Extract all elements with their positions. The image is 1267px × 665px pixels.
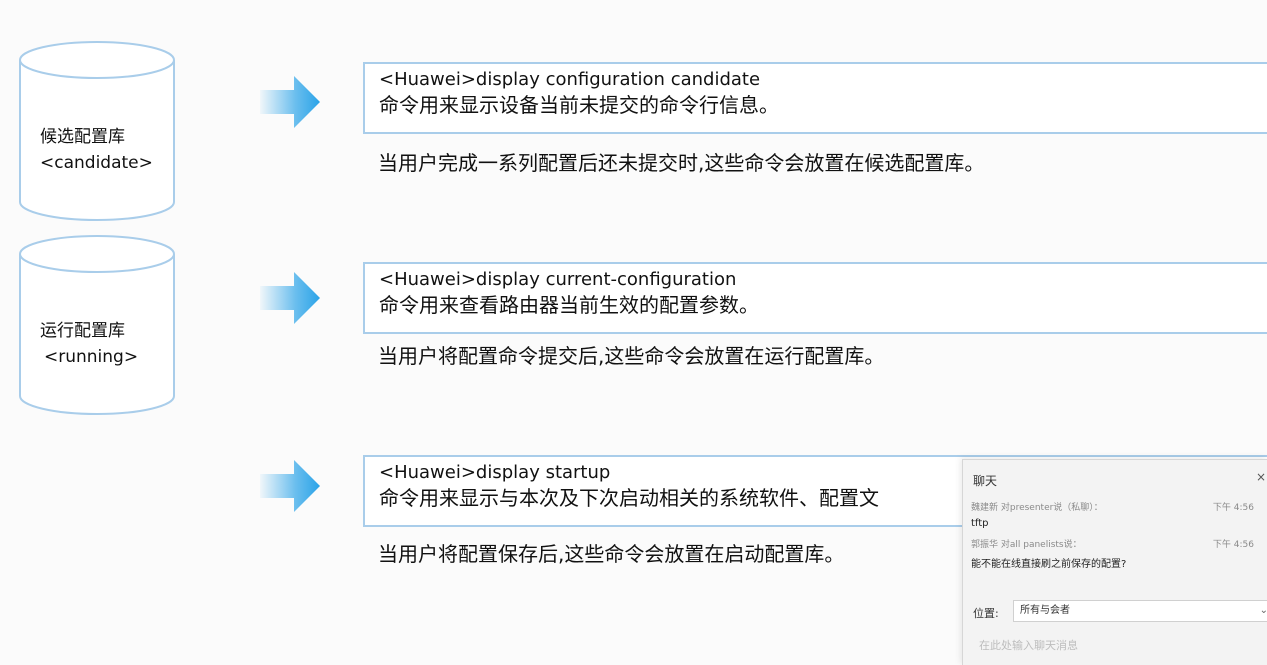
database-tag: <candidate> — [40, 153, 153, 173]
chevron-down-icon: ⌄ — [1260, 601, 1267, 621]
candidate-database: 候选配置库 <candidate> — [18, 40, 175, 222]
command-note: 当用户完成一系列配置后还未提交时,这些命令会放置在候选配置库。 — [378, 151, 985, 175]
database-tag: <running> — [44, 347, 139, 367]
chat-message-text: 能不能在线直接刷之前保存的配置? — [971, 559, 1127, 570]
command-box-candidate: <Huawei>display configuration candidate … — [363, 62, 1267, 134]
chat-message-sender: 郭振华 对all panelists说： — [971, 540, 1082, 550]
command-text: <Huawei>display current-configuration — [379, 269, 737, 290]
right-arrow-icon — [260, 460, 320, 512]
database-name: 运行配置库 — [40, 321, 125, 341]
command-text: <Huawei>display configuration candidate — [379, 69, 761, 90]
chat-scope-label: 位置: — [973, 607, 999, 620]
close-icon[interactable]: × — [1256, 470, 1266, 484]
command-description: 命令用来查看路由器当前生效的配置参数。 — [379, 293, 759, 317]
chat-panel: 聊天 × 魏建新 对presenter说（私聊）： 下午 4:56 tftp 郭… — [962, 459, 1267, 665]
right-arrow-icon — [260, 76, 320, 128]
database-name: 候选配置库 — [40, 127, 125, 147]
command-note: 当用户将配置保存后,这些命令会放置在启动配置库。 — [378, 542, 845, 566]
chat-message-sender: 魏建新 对presenter说（私聊）： — [971, 503, 1103, 513]
command-note: 当用户将配置命令提交后,这些命令会放置在运行配置库。 — [378, 344, 885, 368]
chat-recipient-value: 所有与会者 — [1020, 605, 1070, 616]
command-box-current: <Huawei>display current-configuration 命令… — [363, 262, 1267, 334]
slide-canvas: 候选配置库 <candidate> 运行配置库 <running> <Huawe… — [0, 0, 1267, 665]
chat-message-text: tftp — [971, 518, 989, 529]
chat-recipient-select[interactable]: 所有与会者 ⌄ — [1013, 600, 1267, 622]
right-arrow-icon — [260, 272, 320, 324]
running-database: 运行配置库 <running> — [18, 234, 175, 416]
chat-title: 聊天 — [973, 474, 998, 488]
chat-message-time: 下午 4:56 — [1212, 540, 1254, 550]
command-description: 命令用来显示设备当前未提交的命令行信息。 — [379, 93, 779, 117]
chat-message-input[interactable] — [971, 632, 1267, 658]
chat-message-time: 下午 4:56 — [1212, 503, 1254, 513]
